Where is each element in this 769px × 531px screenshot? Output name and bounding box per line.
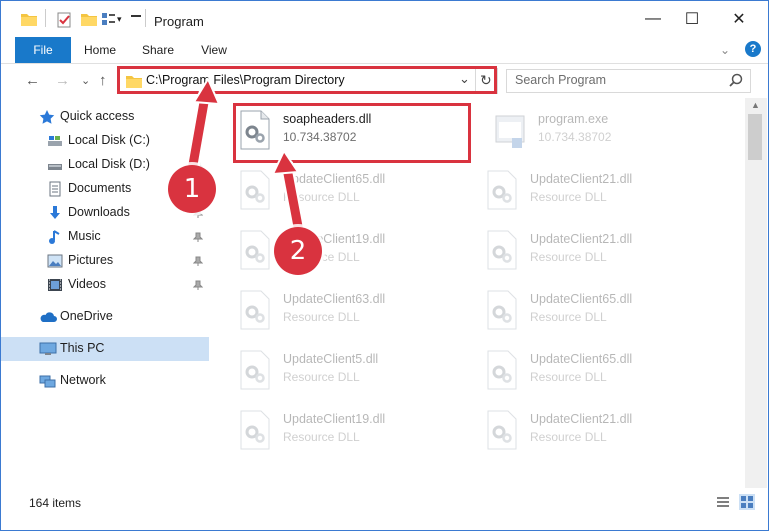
step-2-badge: 2	[274, 227, 322, 275]
step-1-badge: 1	[168, 165, 216, 213]
file-explorer-window: ▾ Program — ☐ ✕ File Home Share View ⌄ ?…	[0, 0, 769, 531]
annotation-arrows	[184, 76, 307, 239]
